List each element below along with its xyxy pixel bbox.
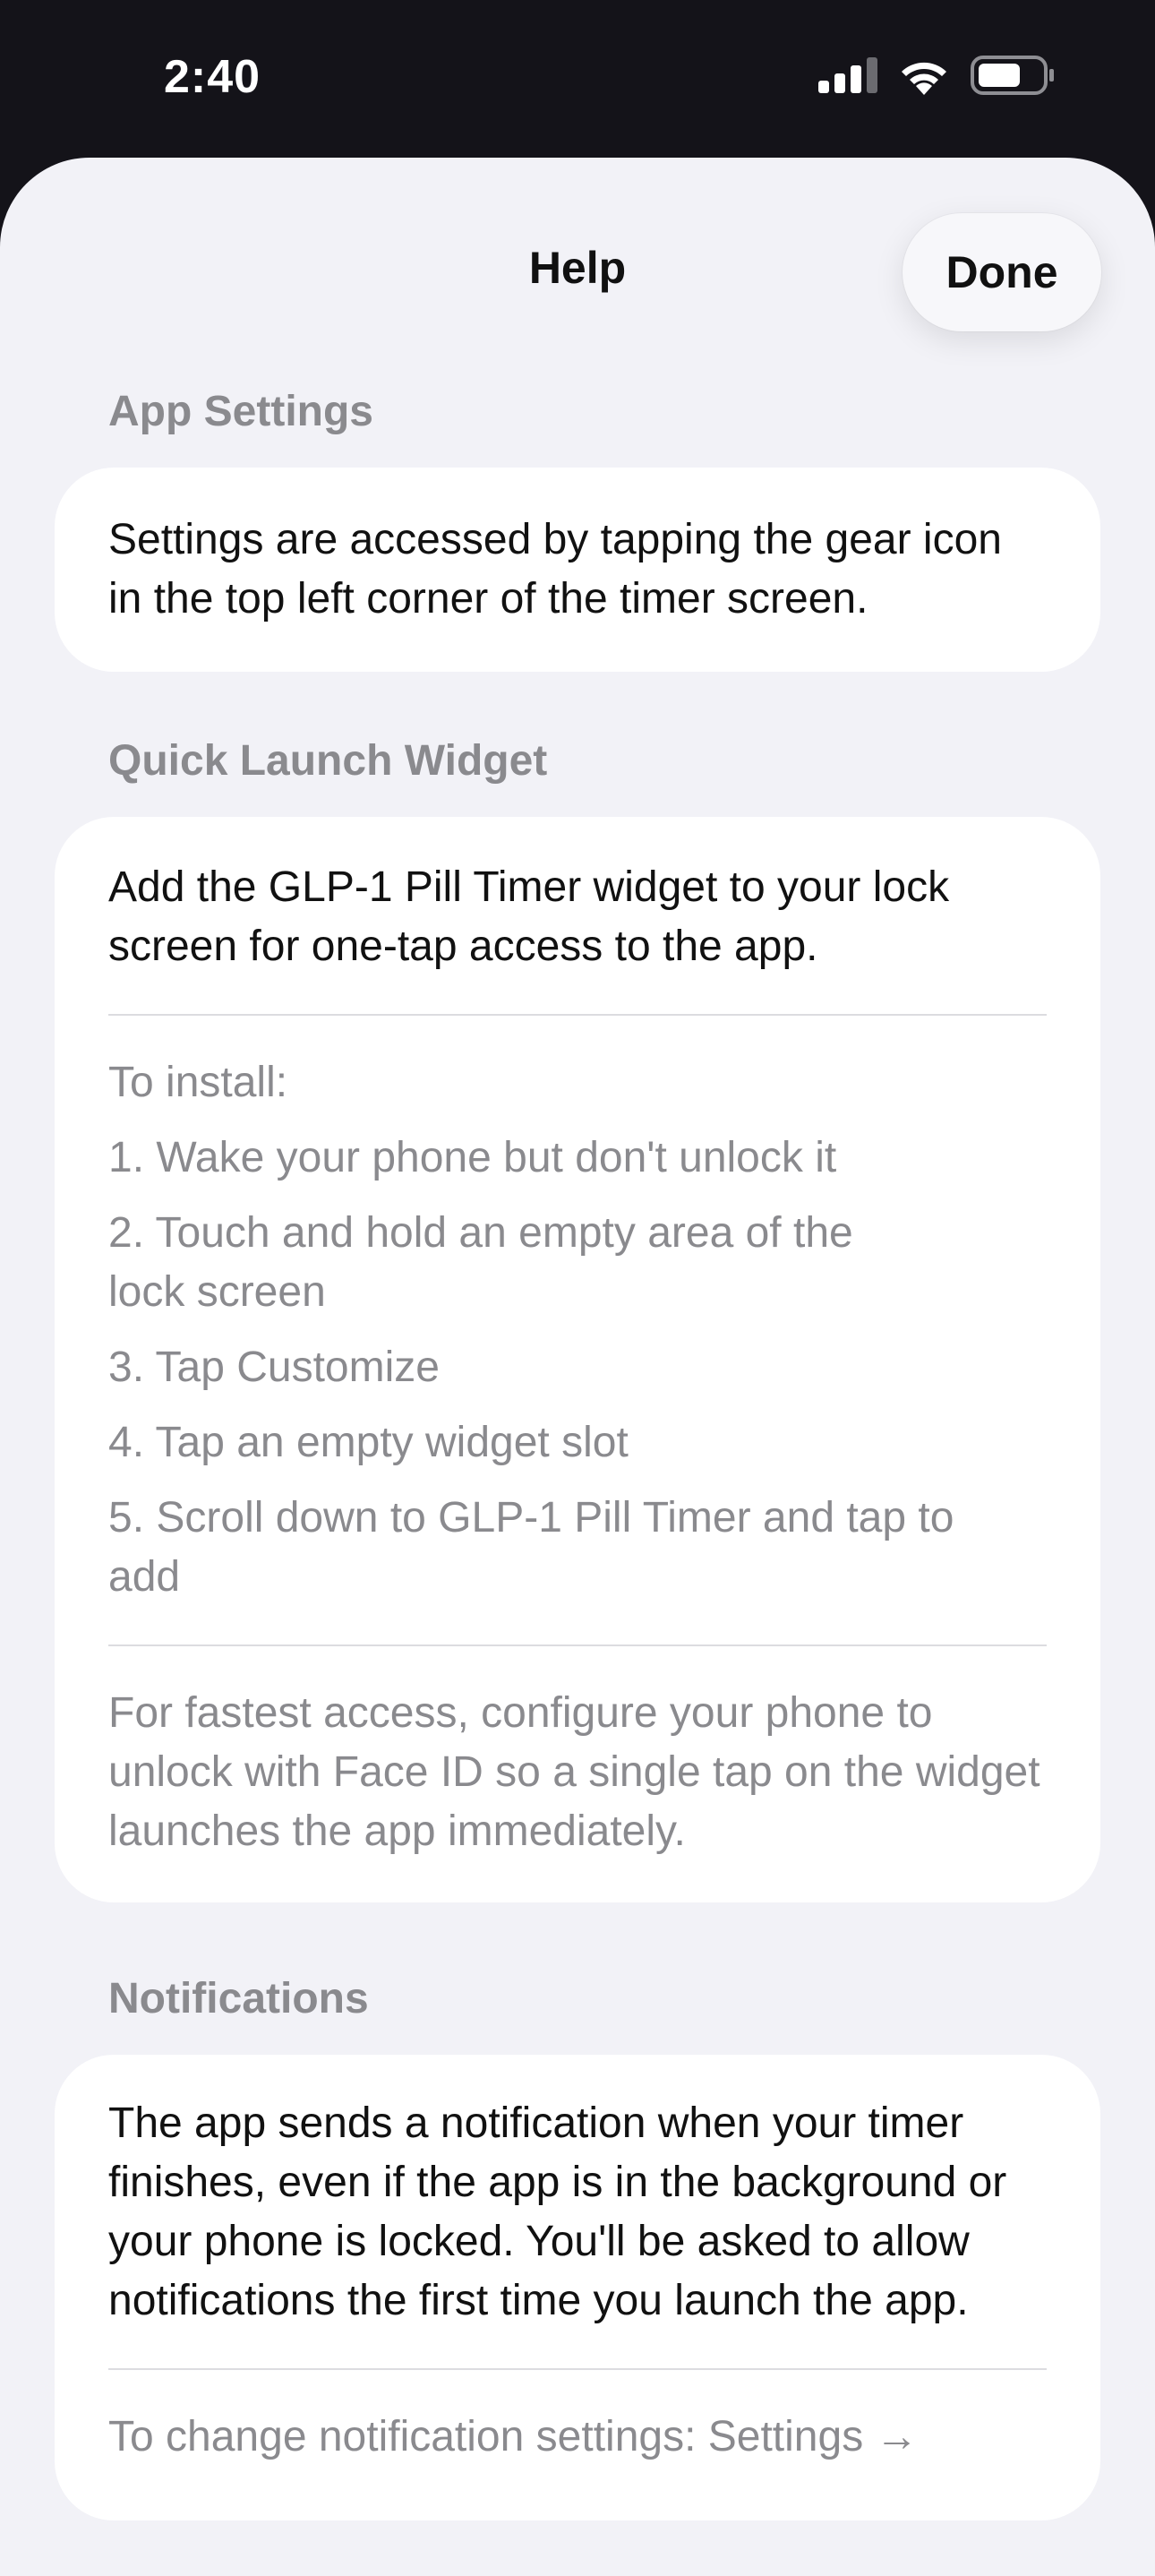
install-step-1: 1. Wake your phone but don't unlock it (108, 1134, 837, 1181)
card-widget: Add the GLP-1 Pill Timer widget to your … (55, 817, 1100, 1902)
status-icons (818, 56, 1055, 95)
help-sheet: Help Done App Settings Settings are acce… (0, 158, 1155, 2576)
card-notifications: The app sends a notification when your t… (55, 2055, 1100, 2520)
cellular-signal-icon (818, 57, 877, 93)
notifications-body: The app sends a notification when your t… (108, 2099, 1007, 2324)
done-button[interactable]: Done (903, 213, 1101, 331)
install-step-3: 3. Tap Customize (108, 1344, 440, 1391)
status-bar: 2:40 (0, 0, 1155, 158)
status-time: 2:40 (164, 51, 261, 103)
install-label: To install: (108, 1059, 288, 1106)
install-step-2: 2. Touch and hold an empty area of the l… (108, 1209, 853, 1316)
divider (108, 2368, 1047, 2370)
widget-tip: For fastest access, configure your phone… (108, 1689, 1040, 1855)
install-step-5: 5. Scroll down to GLP-1 Pill Timer and t… (108, 1494, 954, 1601)
card-app-settings: Settings are accessed by tapping the gea… (55, 468, 1100, 672)
battery-icon (971, 56, 1054, 95)
notifications-settings-hint: To change notification settings: Setting… (108, 2413, 919, 2460)
section-header-app-settings: App Settings (108, 388, 373, 435)
section-header-widget: Quick Launch Widget (108, 737, 548, 785)
wifi-icon (902, 62, 946, 95)
app-settings-body: Settings are accessed by tapping the gea… (108, 516, 1002, 623)
section-header-notifications: Notifications (108, 1975, 369, 2022)
widget-intro: Add the GLP-1 Pill Timer widget to your … (108, 863, 950, 970)
divider (108, 1644, 1047, 1646)
divider (108, 1014, 1047, 1016)
install-step-4: 4. Tap an empty widget slot (108, 1419, 629, 1466)
